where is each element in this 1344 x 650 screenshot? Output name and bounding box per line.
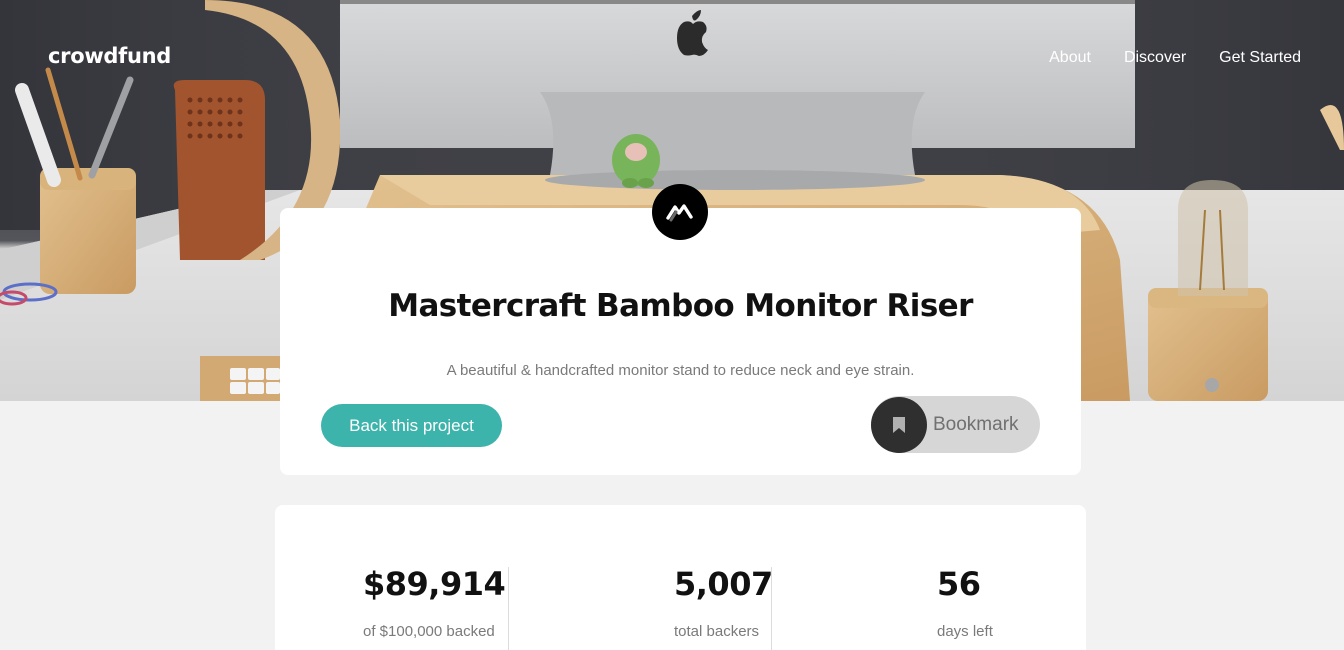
project-card: Mastercraft Bamboo Monitor Riser A beaut… bbox=[280, 208, 1081, 475]
bookmark-label: Bookmark bbox=[933, 413, 1019, 435]
backers-caption: total backers bbox=[674, 623, 760, 640]
bookmark-circle bbox=[871, 396, 927, 453]
bookmark-button[interactable]: Bookmark bbox=[871, 396, 1040, 453]
days-count: 56 bbox=[937, 565, 981, 603]
backed-caption: of $100,000 backed bbox=[363, 623, 495, 640]
main-nav: About Discover Get Started bbox=[1049, 49, 1301, 67]
site-logo[interactable]: crowdfund bbox=[48, 44, 171, 68]
stat-divider bbox=[508, 567, 509, 650]
stat-divider bbox=[771, 567, 772, 650]
stat-backers: 5,007 total backers bbox=[674, 565, 773, 640]
stat-days: 56 days left bbox=[937, 565, 993, 640]
nav-link-about[interactable]: About bbox=[1049, 49, 1091, 67]
mastercraft-logo-icon bbox=[666, 204, 693, 222]
project-title: Mastercraft Bamboo Monitor Riser bbox=[388, 288, 973, 324]
mastercraft-logo bbox=[652, 184, 708, 240]
stat-backed: $89,914 of $100,000 backed bbox=[363, 565, 506, 640]
bookmark-icon bbox=[893, 416, 905, 433]
back-project-button[interactable]: Back this project bbox=[321, 404, 502, 447]
project-description: A beautiful & handcrafted monitor stand … bbox=[446, 362, 915, 379]
nav-link-discover[interactable]: Discover bbox=[1124, 49, 1186, 67]
stats-card: $89,914 of $100,000 backed 5,007 total b… bbox=[275, 505, 1086, 650]
backers-count: 5,007 bbox=[674, 565, 773, 603]
backed-amount: $89,914 bbox=[363, 565, 506, 603]
nav-link-get-started[interactable]: Get Started bbox=[1219, 49, 1301, 67]
days-caption: days left bbox=[937, 623, 993, 640]
